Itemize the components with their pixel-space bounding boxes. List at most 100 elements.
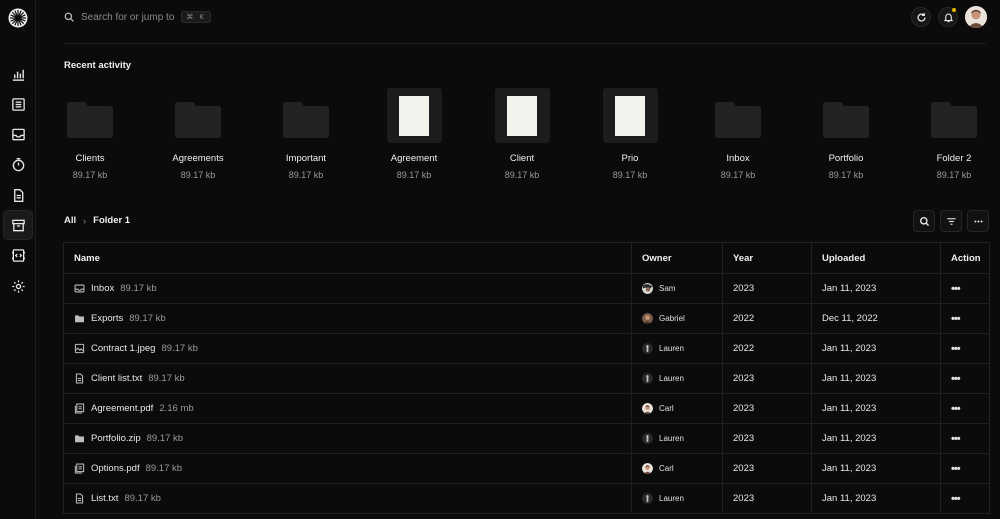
file-size: 89.17 kb [124,493,161,504]
text-file-icon [74,373,85,384]
file-name-cell[interactable]: List.txt 89.17 kb [64,484,632,513]
uploaded-cell: Jan 11, 2023 [812,394,941,423]
recent-item[interactable]: Prio 89.17 kb [590,88,670,180]
uploaded-cell: Jan 11, 2023 [812,364,941,393]
table-row[interactable]: Exports 89.17 kb Gabriel 2022 Dec 11, 2022 ••… [64,304,989,334]
folder-icon [715,102,761,138]
row-more-actions-button[interactable]: ••• [951,343,961,355]
refresh-icon [917,12,926,22]
recent-item-size: 89.17 kb [720,170,756,180]
folder-thumbnail [819,88,874,143]
file-name[interactable]: Inbox [91,283,114,294]
column-header-owner[interactable]: Owner [632,243,723,273]
table-row[interactable]: Portfolio.zip 89.17 kb Lauren 2023 Jan 11, 2… [64,424,989,454]
row-more-actions-button[interactable]: ••• [951,463,961,475]
refresh-button[interactable] [911,7,931,27]
sidebar-item-documents[interactable] [3,180,33,210]
filter-button[interactable] [940,210,962,232]
year-cell: 2023 [723,424,812,453]
row-more-actions-button[interactable]: ••• [951,493,961,505]
recent-item-size: 89.17 kb [396,170,432,180]
row-more-actions-button[interactable]: ••• [951,433,961,445]
list-icon [11,97,25,111]
table-row[interactable]: Inbox 89.17 kb Sam 2023 Jan 11, 2023 ••• [64,274,989,304]
recent-item[interactable]: Agreement 89.17 kb [374,88,454,180]
file-name[interactable]: Contract 1.jpeg [91,343,155,354]
row-more-actions-button[interactable]: ••• [951,403,961,415]
column-header-year[interactable]: Year [723,243,812,273]
uploaded-cell: Jan 11, 2023 [812,334,941,363]
folder-icon [823,102,869,138]
recent-item[interactable]: Folder 2 89.17 kb [914,88,994,180]
file-name[interactable]: List.txt [91,493,118,504]
recent-item-name: Agreements [172,153,224,164]
table-row[interactable]: Client list.txt 89.17 kb Lauren 2023 Jan 11,… [64,364,989,394]
file-name[interactable]: Options.pdf [91,463,140,474]
user-avatar[interactable] [965,6,987,28]
timer-icon [12,157,24,171]
owner-cell: Carl [632,394,723,423]
recent-item[interactable]: Important 89.17 kb [266,88,346,180]
owner-cell: Lauren [632,484,723,513]
folder-thumbnail [171,88,226,143]
sidebar-item-archive[interactable] [3,210,33,240]
file-name[interactable]: Portfolio.zip [91,433,141,444]
recent-item[interactable]: Client 89.17 kb [482,88,562,180]
folder-icon [283,102,329,138]
sidebar-item-code[interactable] [3,240,33,270]
breadcrumb-current[interactable]: Folder 1 [93,215,130,226]
owner-name: Lauren [659,344,684,353]
app-logo-icon[interactable] [8,8,28,28]
document-page-icon [615,95,645,136]
table-row[interactable]: List.txt 89.17 kb Lauren 2023 Jan 11, 2023 ••… [64,484,989,514]
row-more-actions-button[interactable]: ••• [951,283,961,295]
table-body: Inbox 89.17 kb Sam 2023 Jan 11, 2023 ••• Expor… [64,274,989,514]
document-page-icon [399,95,429,136]
file-name-cell[interactable]: Options.pdf 89.17 kb [64,454,632,483]
file-name-cell[interactable]: Contract 1.jpeg 89.17 kb [64,334,632,363]
file-name[interactable]: Client list.txt [91,373,142,384]
text-file-icon [74,493,85,504]
recent-item[interactable]: Inbox 89.17 kb [698,88,778,180]
file-name-cell[interactable]: Portfolio.zip 89.17 kb [64,424,632,453]
notifications-button[interactable] [938,7,958,27]
year-cell: 2023 [723,394,812,423]
breadcrumb-root[interactable]: All [64,215,76,226]
recent-item-name: Portfolio [828,153,864,164]
owner-name: Sam [659,284,676,293]
row-more-actions-button[interactable]: ••• [951,373,961,385]
file-name-cell[interactable]: Agreement.pdf 2.16 mb [64,394,632,423]
sidebar-item-inbox[interactable] [3,119,33,149]
recent-item[interactable]: Portfolio 89.17 kb [806,88,886,180]
column-header-uploaded[interactable]: Uploaded [812,243,941,273]
owner-cell: Lauren [632,334,723,363]
search-files-button[interactable] [913,210,935,232]
settings-icon [11,279,25,293]
search-bar[interactable]: Search for or jump to ⌘ K [64,9,211,25]
recent-item-name: Prio [621,153,639,164]
owner-avatar-icon [642,493,653,504]
sidebar-item-analytics[interactable] [3,59,33,89]
file-name[interactable]: Agreement.pdf [91,403,153,414]
owner-name: Carl [659,464,674,473]
pdf-file-icon [74,403,85,414]
column-header-name[interactable]: Name [64,243,632,273]
sidebar-item-settings[interactable] [3,271,33,301]
file-name-cell[interactable]: Client list.txt 89.17 kb [64,364,632,393]
bell-icon [943,13,953,22]
recent-item[interactable]: Clients 89.17 kb [50,88,130,180]
file-size: 89.17 kb [148,373,185,384]
table-row[interactable]: Agreement.pdf 2.16 mb Carl 2023 Jan 11, 2023… [64,394,989,424]
file-name-cell[interactable]: Exports 89.17 kb [64,304,632,333]
table-row[interactable]: Contract 1.jpeg 89.17 kb Lauren 2022 Jan 11,… [64,334,989,364]
row-more-actions-button[interactable]: ••• [951,313,961,325]
recent-item[interactable]: Agreements 89.17 kb [158,88,238,180]
sidebar-item-list[interactable] [3,89,33,119]
more-options-button[interactable] [967,210,989,232]
analytics-icon [12,69,24,81]
file-name[interactable]: Exports [91,313,123,324]
search-placeholder[interactable]: Search for or jump to [81,12,174,23]
file-name-cell[interactable]: Inbox 89.17 kb [64,274,632,303]
table-row[interactable]: Options.pdf 89.17 kb Carl 2023 Jan 11, 2023 •… [64,454,989,484]
sidebar-item-timer[interactable] [3,149,33,179]
